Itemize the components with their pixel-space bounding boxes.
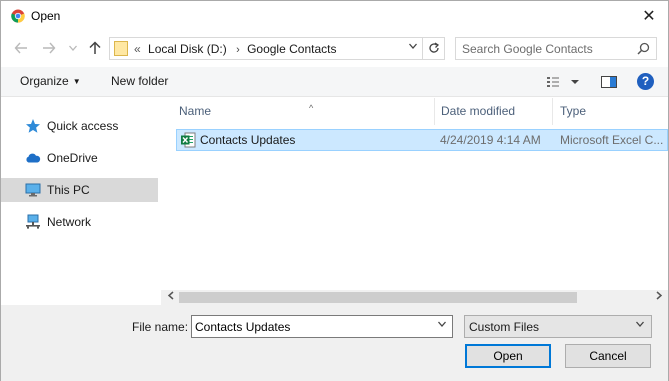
file-type-value: Custom Files <box>469 320 540 334</box>
search-box[interactable] <box>455 37 657 60</box>
close-button[interactable]: ✕ <box>638 6 660 28</box>
sidebar-item-network[interactable]: Network <box>1 210 158 234</box>
arrow-left-icon <box>14 42 27 54</box>
file-name-label: File name: <box>132 320 189 334</box>
file-row-contacts-updates[interactable]: Contacts Updates 4/24/2019 4:14 AM Micro… <box>176 129 668 151</box>
excel-file-icon <box>181 132 196 148</box>
close-icon: ✕ <box>642 8 656 25</box>
sidebar-item-label: This PC <box>47 183 90 197</box>
network-icon <box>26 214 40 229</box>
window-title: Open <box>31 9 61 23</box>
refresh-button[interactable] <box>422 38 444 59</box>
column-header-date-modified[interactable]: Date modified <box>433 98 553 125</box>
breadcrumb-google-contacts[interactable]: Google Contacts <box>247 42 336 56</box>
preview-pane-icon <box>601 76 617 88</box>
breadcrumb-separator[interactable]: › <box>236 44 240 56</box>
scroll-right-button[interactable] <box>651 291 666 304</box>
chevron-down-icon <box>636 321 644 327</box>
chevron-right-icon <box>656 291 662 300</box>
scroll-left-button[interactable] <box>163 291 178 304</box>
file-type-select[interactable]: Custom Files <box>464 315 652 338</box>
chrome-icon <box>11 9 25 23</box>
breadcrumb-overflow[interactable]: « <box>134 42 141 56</box>
sidebar-item-this-pc[interactable]: This PC <box>1 178 158 202</box>
cancel-button[interactable]: Cancel <box>565 344 651 368</box>
back-button[interactable] <box>13 39 29 57</box>
file-name-input[interactable] <box>195 319 425 334</box>
file-date-modified: 4/24/2019 4:14 AM <box>440 133 541 147</box>
open-button[interactable]: Open <box>465 344 551 368</box>
forward-button[interactable] <box>41 39 57 57</box>
navigation-bar: « Local Disk (D:) › Google Contacts <box>1 33 668 63</box>
organize-label: Organize <box>20 74 69 88</box>
recent-locations-button[interactable] <box>65 39 81 57</box>
open-dialog: Open ✕ « Local Disk (D:) › Google Contac… <box>0 0 669 381</box>
search-input[interactable] <box>462 41 632 56</box>
column-header-name[interactable]: Name ^ <box>171 98 435 125</box>
file-type: Microsoft Excel C... <box>560 133 664 147</box>
breadcrumb-local-disk[interactable]: Local Disk (D:) <box>148 42 227 56</box>
cloud-icon <box>26 153 41 163</box>
column-header-type[interactable]: Type <box>552 98 668 125</box>
help-button[interactable]: ? <box>637 73 654 90</box>
change-view-button[interactable] <box>546 75 564 89</box>
organize-button[interactable]: Organize ▼ <box>20 74 81 88</box>
sort-ascending-icon: ^ <box>309 103 314 113</box>
arrow-up-icon <box>89 41 101 54</box>
bottom-panel: File name: Custom Files Open Cancel <box>1 305 668 381</box>
caret-down-icon <box>571 80 579 84</box>
sidebar-item-quick-access[interactable]: Quick access <box>1 114 158 138</box>
file-name-dropdown-button[interactable] <box>435 319 449 334</box>
star-icon <box>26 119 40 133</box>
caret-down-icon: ▼ <box>72 77 81 86</box>
chevron-down-icon <box>409 43 417 49</box>
sidebar-item-onedrive[interactable]: OneDrive <box>1 146 158 170</box>
new-folder-button[interactable]: New folder <box>111 74 168 88</box>
horizontal-scrollbar[interactable] <box>161 290 668 305</box>
file-type-dropdown-button[interactable] <box>633 319 647 334</box>
chevron-down-icon <box>438 321 446 327</box>
folder-icon <box>114 41 128 56</box>
file-list: Name ^ Date modified Type Contacts Updat… <box>161 98 668 290</box>
refresh-icon <box>428 42 439 53</box>
details-view-icon <box>547 77 559 87</box>
title-bar: Open ✕ <box>1 1 668 32</box>
search-icon[interactable] <box>637 42 650 55</box>
command-bar: Organize ▼ New folder ? <box>1 67 668 97</box>
address-bar[interactable]: « Local Disk (D:) › Google Contacts <box>109 37 445 60</box>
sidebar-item-label: Network <box>47 215 92 229</box>
chevron-down-icon <box>69 45 77 51</box>
preview-pane-button[interactable] <box>600 75 618 89</box>
file-name-combobox[interactable] <box>191 315 453 338</box>
sidebar-item-label: OneDrive <box>47 151 98 165</box>
chevron-left-icon <box>167 291 173 300</box>
file-name: Contacts Updates <box>200 133 296 147</box>
navigation-pane: Quick access OneDrive This PC Network <box>1 98 161 305</box>
sidebar-item-label: Quick access <box>47 119 119 133</box>
up-button[interactable] <box>87 39 103 57</box>
arrow-right-icon <box>43 42 56 54</box>
view-options-button[interactable] <box>570 75 580 89</box>
computer-icon <box>25 183 41 197</box>
scrollbar-thumb[interactable] <box>179 292 577 303</box>
address-dropdown-button[interactable] <box>406 41 420 57</box>
